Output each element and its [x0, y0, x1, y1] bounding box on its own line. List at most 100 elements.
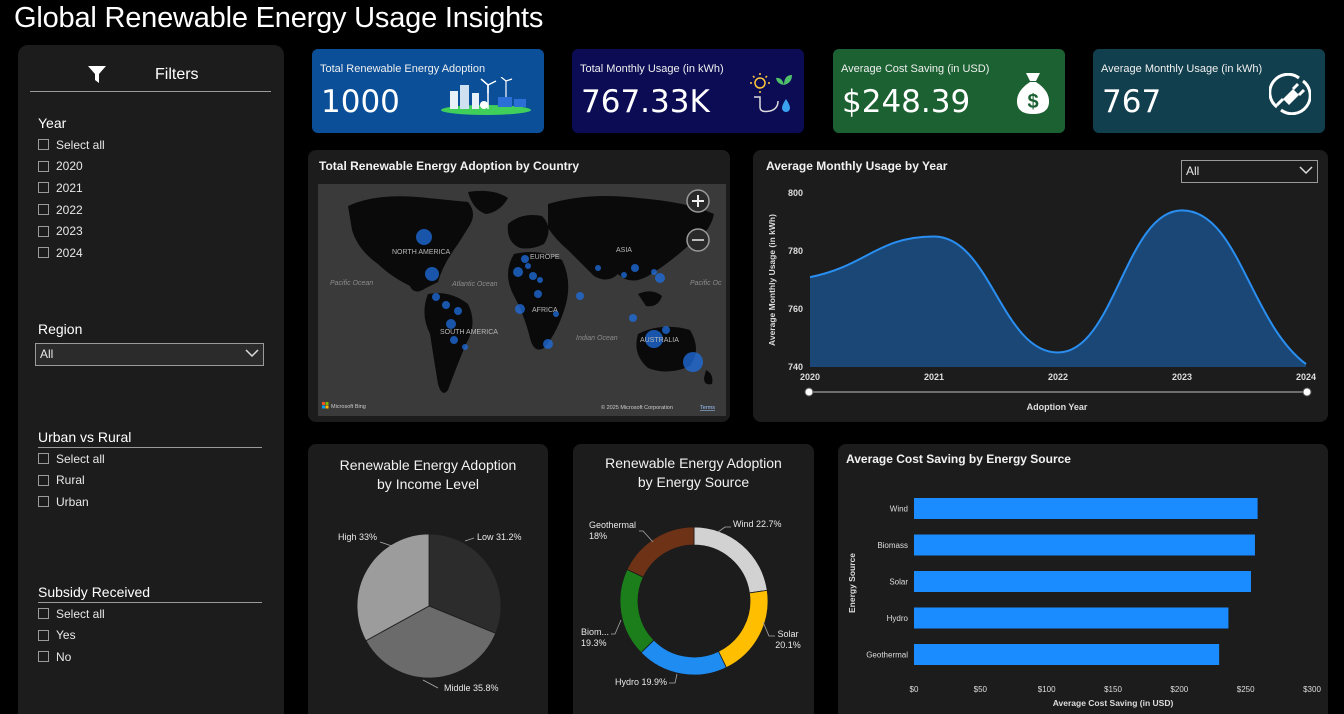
slider-handle-start[interactable] — [804, 387, 814, 397]
checkbox-icon[interactable] — [38, 139, 49, 151]
bar[interactable] — [914, 571, 1251, 592]
leader-line — [422, 679, 439, 689]
checkbox-option[interactable]: Rural — [38, 470, 263, 492]
kpi-label: Average Cost Saving (in USD) — [841, 63, 990, 75]
map-panel: Total Renewable Energy Adoption by Count… — [308, 150, 730, 422]
map-title: Total Renewable Energy Adoption by Count… — [319, 159, 580, 173]
map-label-indian-ocean: Indian Ocean — [576, 335, 618, 342]
kpi-card-avg-monthly-usage: Average Monthly Usage (in kWh) 767 — [1093, 49, 1325, 133]
y-tick-label: Wind — [890, 505, 908, 514]
map-label-north-america: NORTH AMERICA — [392, 249, 451, 256]
x-tick-label: $150 — [1104, 685, 1122, 694]
subsidy-filter-label: Subsidy Received — [38, 582, 262, 603]
map-label-europe: EUROPE — [530, 254, 560, 261]
zoom-in-button[interactable] — [686, 189, 710, 213]
checkbox-option[interactable]: Select all — [38, 603, 263, 625]
checkbox-option[interactable]: 2022 — [38, 199, 263, 221]
kpi-value: 1000 — [321, 84, 400, 120]
checkbox-option[interactable]: Urban — [38, 491, 263, 513]
line-chart: 740 760 780 800 2020 2021 2022 2023 2024 Adoption… — [767, 188, 1316, 412]
checkbox-label: No — [56, 649, 72, 664]
zoom-out-button[interactable] — [686, 228, 710, 252]
kpi-value: $248.39 — [842, 84, 971, 120]
checkbox-option[interactable]: Select all — [38, 134, 263, 156]
slider-handle-end[interactable] — [1302, 387, 1312, 397]
x-tick-label: $300 — [1303, 685, 1321, 694]
donut-slice[interactable] — [693, 526, 768, 594]
data-label: Solar 20.1% — [775, 629, 801, 650]
donut-slice[interactable] — [640, 639, 727, 676]
bar-chart-panel: Average Cost Saving by Energy Source Win… — [838, 444, 1328, 714]
checkbox-icon[interactable] — [38, 247, 49, 259]
checkbox-icon[interactable] — [38, 204, 49, 216]
checkbox-icon[interactable] — [38, 629, 49, 641]
checkbox-option[interactable]: Yes — [38, 625, 263, 647]
world-map[interactable]: NORTH AMERICA EUROPE ASIA AFRICA SOUTH A… — [318, 184, 726, 416]
y-axis-label: Average Monthly Usage (in kWh) — [767, 214, 777, 346]
checkbox-option[interactable]: 2024 — [38, 242, 263, 264]
donut-slice[interactable] — [619, 568, 655, 654]
checkbox-icon[interactable] — [38, 496, 49, 508]
x-tick-label: 2022 — [1048, 372, 1068, 382]
subsidy-filter: Subsidy Received Select all Yes No — [38, 582, 263, 668]
checkbox-option[interactable]: 2020 — [38, 156, 263, 178]
data-label: Geothermal 18% — [589, 520, 636, 541]
filters-header: Filters — [30, 63, 271, 92]
pie-chart-panel: Renewable Energy Adoption by Income Leve… — [308, 444, 548, 714]
donut-slice[interactable] — [717, 589, 769, 669]
checkbox-icon[interactable] — [38, 651, 49, 663]
checkbox-icon[interactable] — [38, 182, 49, 194]
x-tick-label: $200 — [1170, 685, 1188, 694]
checkbox-label: 2023 — [56, 224, 83, 239]
area-fill — [810, 210, 1306, 367]
checkbox-label: Select all — [56, 451, 105, 466]
region-filter-label: Region — [38, 321, 83, 337]
donut-slice[interactable] — [626, 526, 695, 578]
bar[interactable] — [914, 534, 1255, 556]
checkbox-icon[interactable] — [38, 160, 49, 172]
bar[interactable] — [914, 498, 1258, 519]
kpi-value: 767.33K — [581, 84, 710, 120]
x-tick-label: 2020 — [800, 372, 820, 382]
x-tick-label: 2024 — [1296, 372, 1316, 382]
checkbox-icon[interactable] — [38, 225, 49, 237]
filter-panel: Filters Year Select all 2020 2021 2022 2023 2… — [18, 45, 284, 714]
y-axis-label: Energy Source — [847, 553, 857, 613]
line-chart-panel: Average Monthly Usage by Year All 740 760… — [753, 150, 1328, 422]
region-dropdown[interactable]: All — [35, 343, 264, 366]
year-filter: Year Select all 2020 2021 2022 2023 2024 — [38, 113, 263, 264]
checkbox-icon[interactable] — [38, 608, 49, 620]
money-bag-icon: $ — [1016, 73, 1050, 114]
x-tick-label: $100 — [1038, 685, 1056, 694]
map-attribution: © 2025 Microsoft Corporation — [601, 404, 673, 411]
checkbox-option[interactable]: No — [38, 646, 263, 668]
checkbox-option[interactable]: 2023 — [38, 220, 263, 242]
checkbox-icon[interactable] — [38, 453, 49, 465]
checkbox-option[interactable]: 2021 — [38, 177, 263, 199]
checkbox-label: Select all — [56, 606, 105, 621]
map-terms-link[interactable]: Terms — [700, 405, 715, 411]
data-label: High 33% — [338, 532, 377, 542]
bing-label: Microsoft Bing — [331, 404, 366, 410]
kpi-card-cost-saving: Average Cost Saving (in USD) $248.39 $ — [833, 49, 1065, 133]
bar[interactable] — [914, 644, 1220, 665]
region-dropdown-value: All — [40, 347, 54, 361]
year-filter-label: Year — [38, 115, 67, 131]
kpi-card-monthly-usage: Total Monthly Usage (in kWh) 767.33K — [572, 49, 804, 133]
checkbox-option[interactable]: Select all — [38, 448, 263, 470]
bar[interactable] — [914, 607, 1229, 629]
checkbox-label: Yes — [56, 628, 76, 643]
checkbox-icon[interactable] — [38, 474, 49, 486]
leader-line — [611, 619, 622, 635]
checkbox-label: Rural — [56, 473, 85, 488]
leader-line — [379, 541, 393, 547]
checkbox-label: 2024 — [56, 245, 83, 260]
data-label: Wind 22.7% — [733, 519, 782, 529]
x-tick-label: $50 — [974, 685, 988, 694]
x-axis-label: Adoption Year — [1027, 402, 1088, 412]
y-tick-label: 740 — [788, 362, 803, 372]
donut-chart-panel: Renewable Energy Adoption by Energy Sour… — [573, 444, 814, 714]
kpi-card-total-adoption: Total Renewable Energy Adoption 1000 — [312, 49, 544, 133]
kpi-label: Total Monthly Usage (in kWh) — [580, 63, 724, 75]
map-label-atlantic-ocean: Atlantic Ocean — [451, 281, 498, 288]
